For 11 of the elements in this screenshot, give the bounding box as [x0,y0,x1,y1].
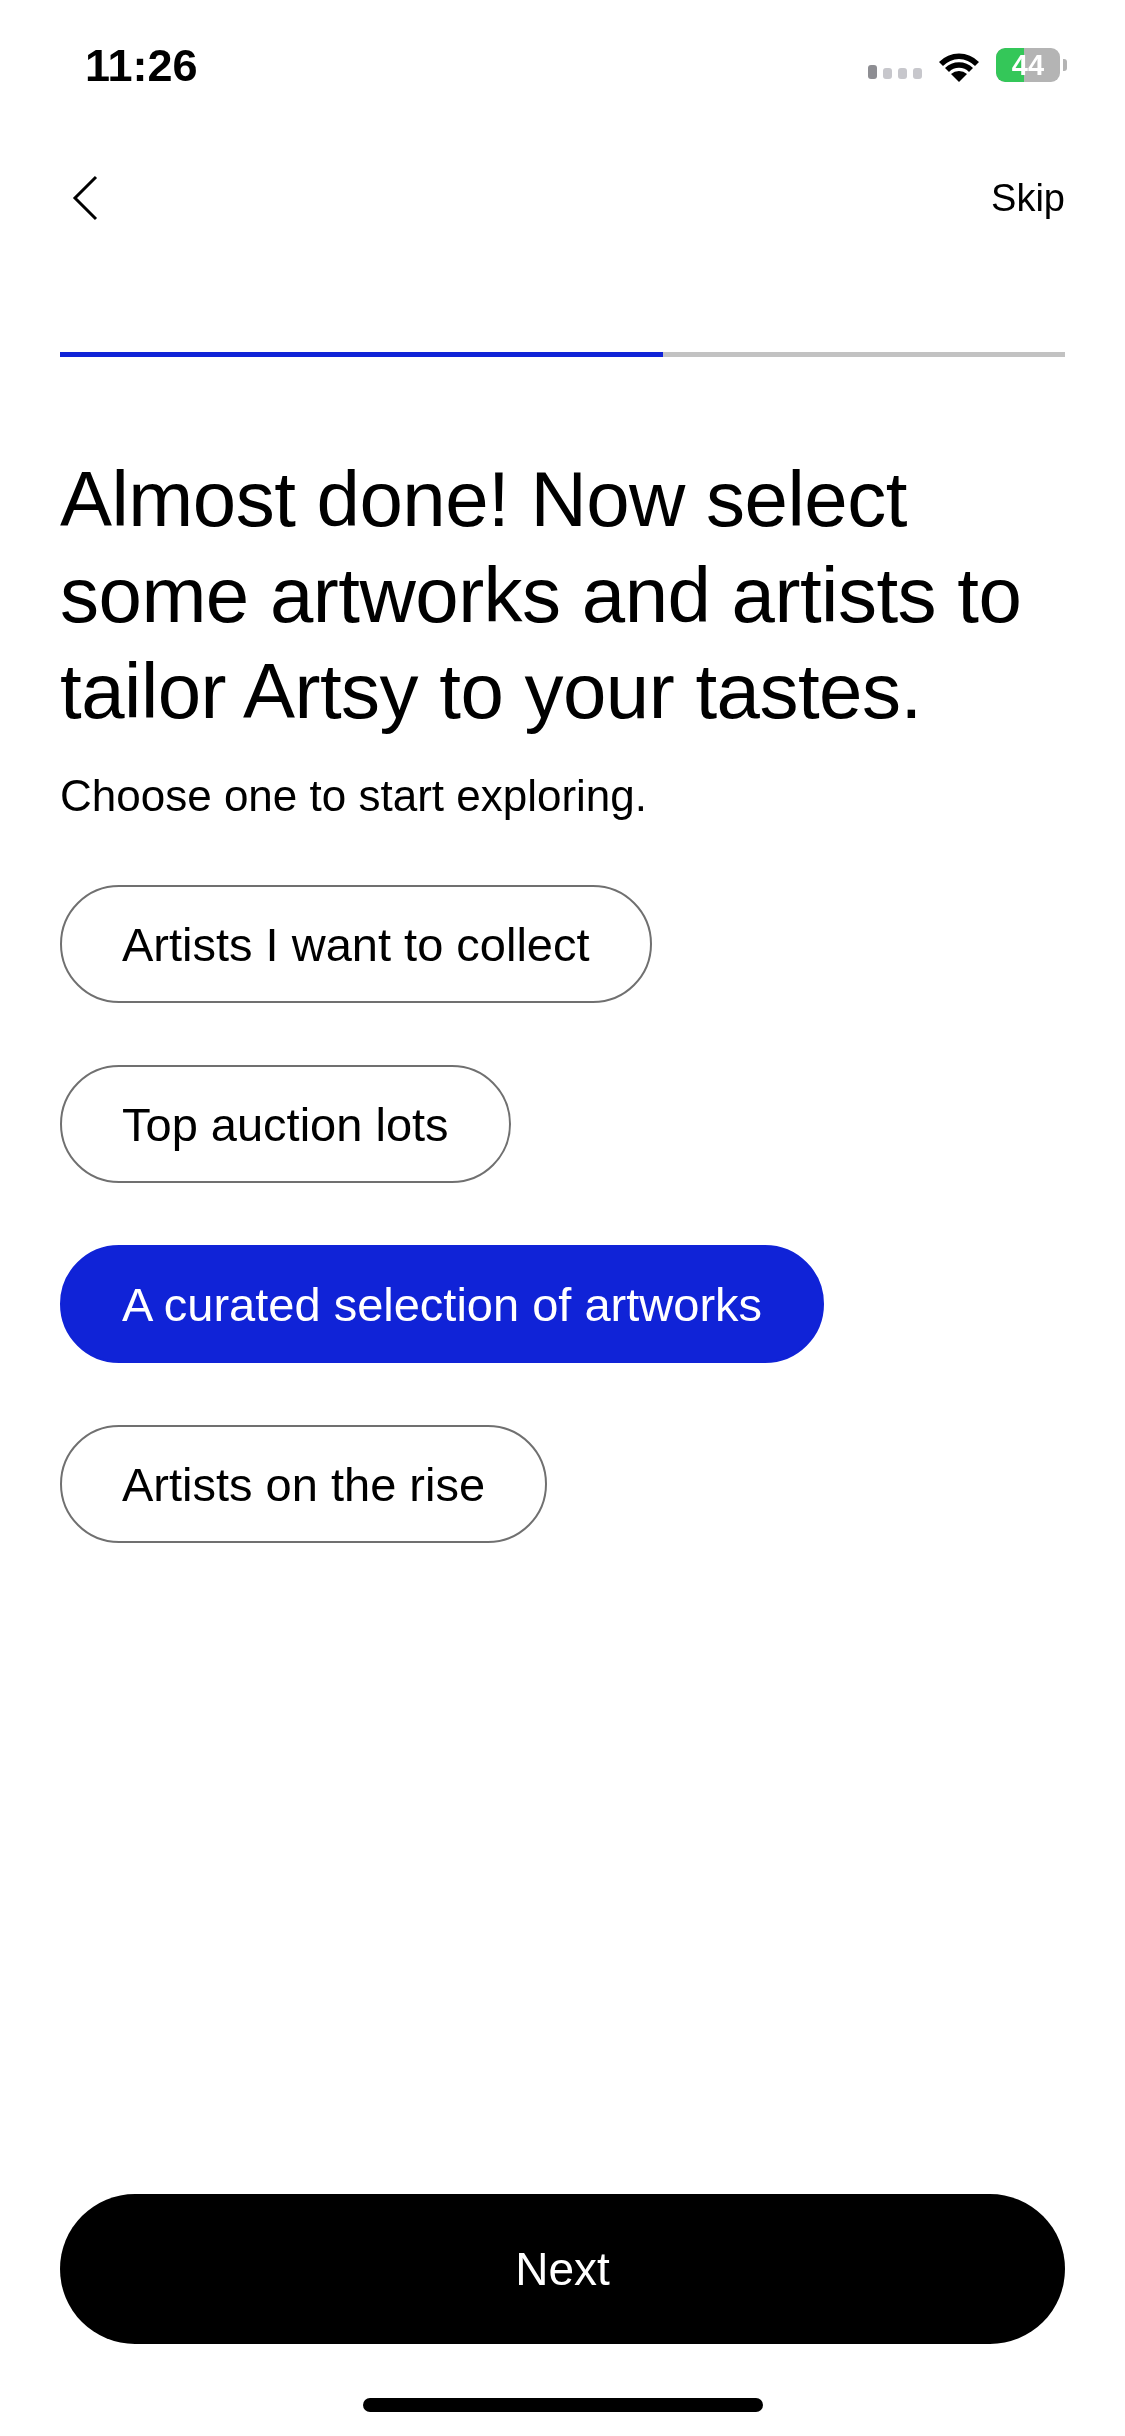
option-pill[interactable]: Top auction lots [60,1065,511,1183]
subtitle: Choose one to start exploring. [60,771,649,821]
option-pill[interactable]: Artists I want to collect [60,885,652,1003]
skip-button[interactable]: Skip [991,176,1065,220]
heading: Almost done! Now select some artworks and artists to tailor Artsy to your tastes. [60,454,1023,737]
signal-icon [868,62,922,80]
next-button[interactable]: Next [60,2194,1065,2344]
option-pill[interactable]: A curated selection of artworks [60,1245,825,1363]
option-pill[interactable]: Artists on the rise [60,1425,548,1543]
clock-time: 11:26 [85,40,198,92]
chevron-left-icon [72,175,98,221]
